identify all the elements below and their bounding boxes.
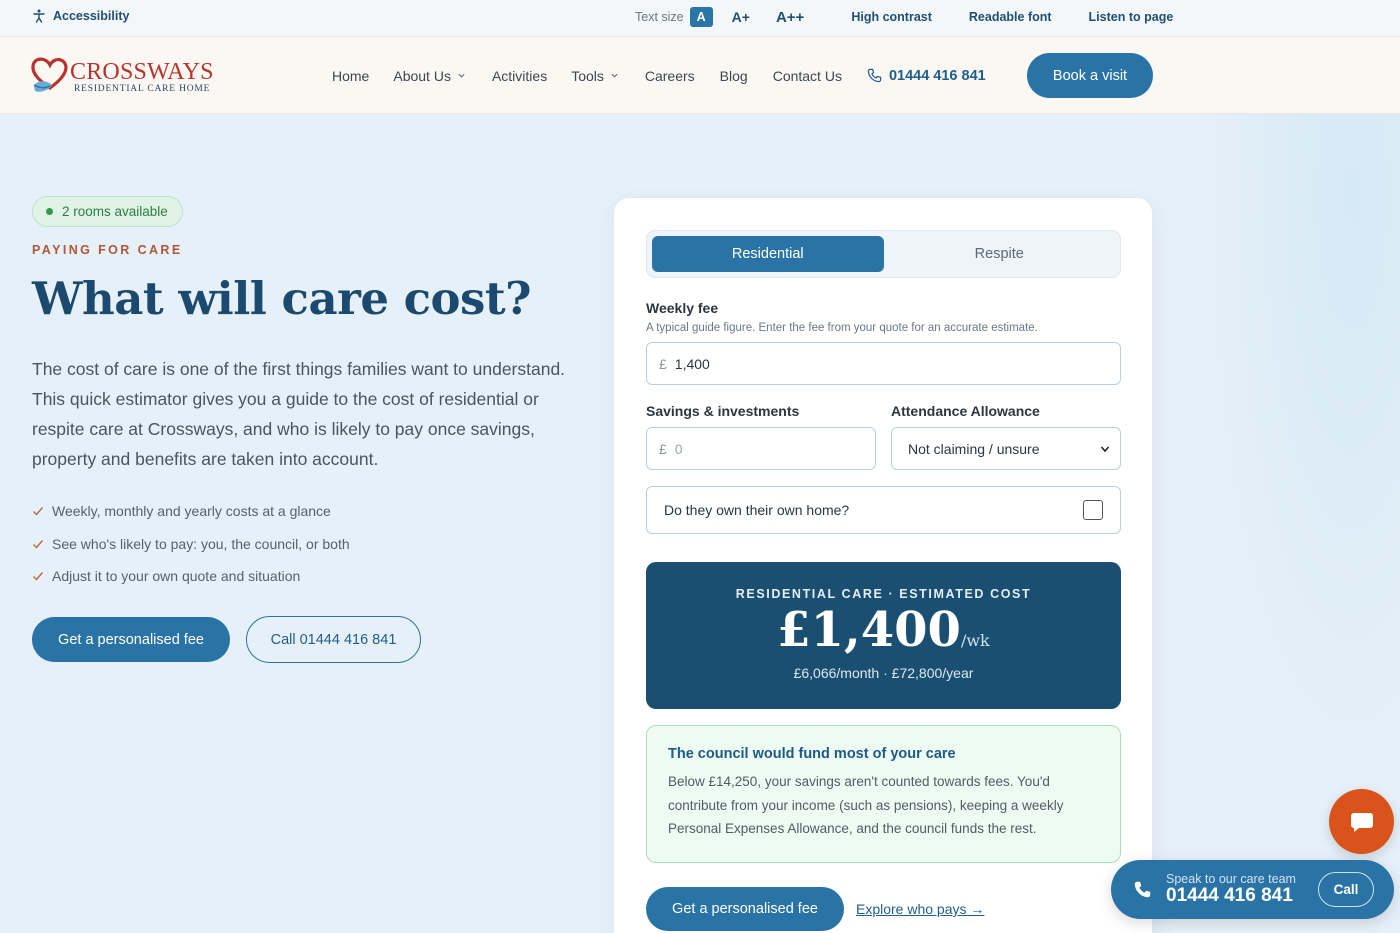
tab-respite[interactable]: Respite: [884, 236, 1116, 272]
check-icon: [33, 507, 44, 516]
accessibility-bar: Accessibility Text size A A+ A++ High co…: [0, 0, 1400, 37]
text-size-label: Text size: [635, 10, 684, 24]
savings-label: Savings & investments: [646, 403, 800, 419]
hero-intro: The cost of care is one of the first thi…: [32, 359, 566, 469]
phone-icon: [867, 68, 882, 83]
own-home-checkbox[interactable]: [1083, 500, 1103, 520]
page-title: What will care cost?: [32, 272, 532, 325]
logo-subtitle: RESIDENTIAL CARE HOME: [74, 84, 211, 94]
text-size-normal-button[interactable]: A: [689, 7, 713, 27]
chat-bubble-icon: [1350, 812, 1373, 832]
main-nav: Home About Us Activities Tools Careers B…: [332, 37, 986, 114]
savings-input[interactable]: £ 0: [646, 427, 876, 470]
notice-body: Below £14,250, your savings aren't count…: [668, 774, 1064, 836]
result-unit: /wk: [960, 631, 990, 650]
book-visit-button[interactable]: Book a visit: [1027, 53, 1153, 98]
status-dot-icon: [46, 208, 53, 215]
result-breakdown: £6,066/month · £72,800/year: [793, 665, 974, 681]
cost-estimator-card: Residential Respite Weekly fee A typical…: [613, 197, 1153, 933]
attendance-allowance-select[interactable]: Not claiming / unsure: [891, 427, 1121, 470]
attendance-selected-value: Not claiming / unsure: [908, 440, 1040, 457]
notice-title: The council would fund most of your care: [668, 746, 956, 762]
header-phone-link[interactable]: 01444 416 841: [867, 68, 986, 84]
accessibility-label: Accessibility: [53, 9, 130, 23]
care-type-tabs: Residential Respite: [646, 230, 1121, 278]
list-item: Adjust it to your own quote and situatio…: [32, 560, 350, 593]
nav-careers[interactable]: Careers: [645, 68, 695, 84]
funding-notice: The council would fund most of your care…: [646, 725, 1121, 863]
estimated-cost-panel: RESIDENTIAL CARE · ESTIMATED COST £1,400…: [646, 562, 1121, 709]
floating-call-button[interactable]: Call: [1318, 872, 1374, 907]
site-header: CROSSWAYS RESIDENTIAL CARE HOME Home Abo…: [0, 37, 1400, 114]
tab-residential[interactable]: Residential: [652, 236, 884, 272]
own-home-label: Do they own their own home?: [664, 502, 850, 518]
nav-home[interactable]: Home: [332, 68, 369, 84]
list-item: See who's likely to pay: you, the counci…: [32, 528, 350, 561]
nav-tools[interactable]: Tools: [571, 68, 619, 84]
nav-contact-us[interactable]: Contact Us: [773, 68, 842, 84]
currency-symbol: £: [659, 355, 667, 372]
explore-who-pays-link[interactable]: Explore who pays →: [856, 901, 984, 917]
nav-about-us[interactable]: About Us: [393, 68, 466, 84]
weekly-fee-label: Weekly fee: [646, 300, 719, 316]
currency-symbol: £: [659, 440, 667, 457]
section-eyebrow: PAYING FOR CARE: [32, 243, 183, 257]
savings-placeholder: 0: [674, 440, 683, 457]
result-amount: £1,400/wk: [777, 602, 990, 658]
readable-font-toggle[interactable]: Readable font: [969, 10, 1052, 24]
call-button[interactable]: Call 01444 416 841: [246, 616, 421, 663]
site-logo[interactable]: CROSSWAYS RESIDENTIAL CARE HOME: [30, 55, 214, 97]
chevron-down-icon: [611, 73, 618, 78]
text-size-xlarge-button[interactable]: A++: [769, 7, 811, 27]
check-icon: [33, 572, 44, 581]
nav-blog[interactable]: Blog: [720, 68, 748, 84]
accessibility-icon: [33, 9, 45, 23]
attendance-allowance-label: Attendance Allowance: [891, 403, 1040, 419]
check-icon: [33, 539, 44, 549]
listen-to-page-button[interactable]: Listen to page: [1089, 10, 1174, 24]
chat-button[interactable]: [1329, 789, 1394, 854]
card-personalised-fee-button[interactable]: Get a personalised fee: [646, 887, 844, 931]
own-home-row[interactable]: Do they own their own home?: [646, 486, 1121, 534]
floating-call-bar: Speak to our care team 01444 416 841 Cal…: [1111, 860, 1394, 919]
phone-icon: [1134, 881, 1151, 898]
benefit-list: Weekly, monthly and yearly costs at a gl…: [32, 495, 350, 593]
weekly-fee-hint: A typical guide figure. Enter the fee fr…: [646, 322, 1038, 334]
weekly-fee-value: 1,400: [674, 355, 710, 372]
high-contrast-toggle[interactable]: High contrast: [851, 10, 932, 24]
logo-name: CROSSWAYS: [70, 59, 214, 85]
call-bar-subtitle: Speak to our care team: [1166, 872, 1296, 886]
availability-text: 2 rooms available: [62, 204, 168, 219]
chevron-down-icon: [458, 73, 465, 78]
text-size-large-button[interactable]: A+: [725, 7, 757, 27]
call-bar-number: 01444 416 841: [1166, 885, 1293, 906]
accessibility-link[interactable]: Accessibility: [32, 9, 129, 23]
personalised-fee-button[interactable]: Get a personalised fee: [32, 617, 230, 662]
heart-hands-logo-icon: [31, 57, 68, 92]
availability-badge: 2 rooms available: [32, 196, 183, 227]
list-item: Weekly, monthly and yearly costs at a gl…: [32, 495, 350, 528]
nav-activities[interactable]: Activities: [492, 68, 547, 84]
result-eyebrow: RESIDENTIAL CARE · ESTIMATED COST: [735, 587, 1032, 601]
weekly-fee-input[interactable]: £ 1,400: [646, 342, 1121, 385]
chevron-down-icon: [1100, 445, 1110, 452]
